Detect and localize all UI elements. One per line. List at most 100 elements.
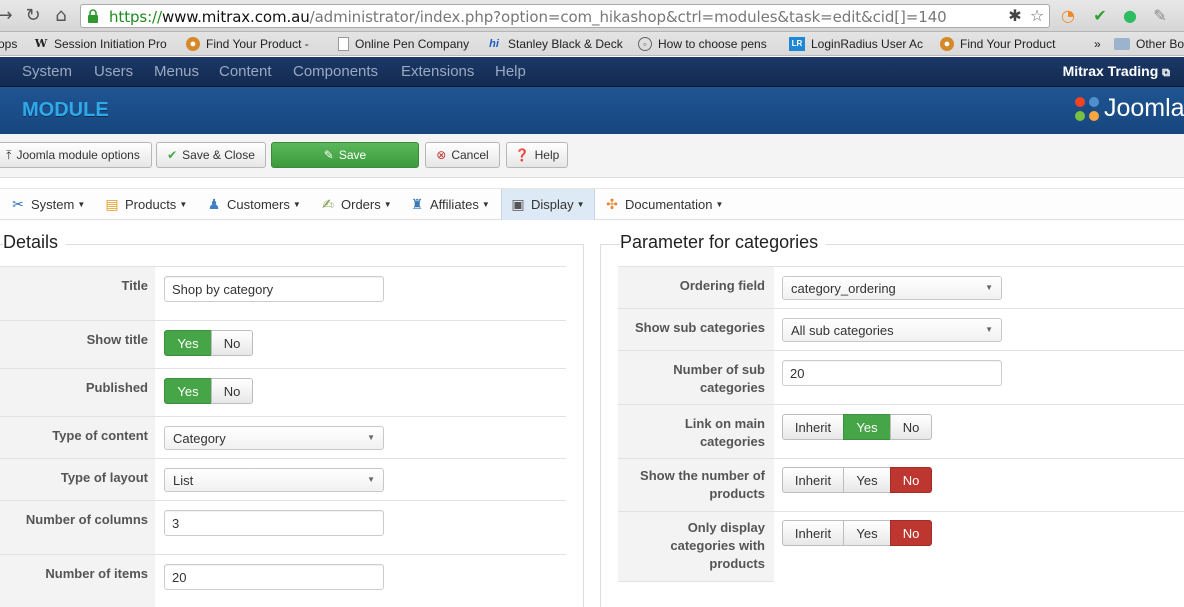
checkmark-extension-icon[interactable]: ✔	[1090, 6, 1110, 26]
evernote-icon[interactable]: ●	[1120, 6, 1140, 26]
link-main-no-button[interactable]: No	[890, 414, 932, 440]
items-label: Number of items	[45, 566, 148, 581]
bookmark-item[interactable]: W Session Initiation Pro	[34, 36, 167, 52]
hikamenu-system[interactable]: ✂ System ▼	[2, 189, 93, 220]
bookmarks-bar: ops W Session Initiation Pro ● Find Your P…	[0, 32, 1184, 56]
browser-toolbar: → ↻ ⌂ https://www.mitrax.com.au/administ…	[0, 0, 1184, 32]
only-display-label: Only display categories with products	[670, 520, 765, 571]
topmenu-system[interactable]: System	[22, 63, 72, 80]
bookmark-item[interactable]: ● Find Your Product -	[186, 36, 309, 52]
ordering-select[interactable]: category_ordering ▼	[782, 276, 1002, 300]
only-display-no-button[interactable]: No	[890, 520, 932, 546]
show-title-no-button[interactable]: No	[211, 330, 253, 356]
topmenu-content[interactable]: Content	[219, 63, 272, 80]
affiliates-icon: ♜	[410, 196, 424, 213]
link-main-yes-button[interactable]: Yes	[843, 414, 891, 440]
hikamenu-documentation[interactable]: ✣ Documentation ▼	[596, 189, 731, 220]
joomla-logo: Joomla	[1072, 92, 1184, 126]
show-title-yes-button[interactable]: Yes	[164, 330, 212, 356]
topmenu-extensions[interactable]: Extensions	[401, 63, 474, 80]
field-row-type-content: Type of content Category ▼	[0, 416, 566, 458]
title-label: Title	[121, 278, 149, 293]
bookmarks-overflow-button[interactable]: »	[1094, 36, 1101, 52]
address-bar[interactable]: https://www.mitrax.com.au/administrator/…	[80, 4, 1050, 28]
type-layout-label: Type of layout	[60, 470, 148, 485]
caret-down-icon: ▼	[383, 200, 392, 209]
page-title: MODULE	[22, 99, 109, 121]
hikamenu-affiliates[interactable]: ♜ Affiliates ▼	[401, 189, 498, 220]
back-arrow-icon[interactable]: →	[0, 5, 16, 27]
only-display-inherit-button[interactable]: Inherit	[782, 520, 844, 546]
extension-icon[interactable]: ✱	[1005, 6, 1025, 26]
save-close-button[interactable]: ✔ Save & Close	[156, 142, 266, 168]
bookmark-item[interactable]: hi Stanley Black & Deck	[486, 36, 623, 52]
page-icon	[338, 37, 349, 51]
type-content-select[interactable]: Category ▼	[164, 426, 384, 450]
ordering-label: Ordering field	[679, 278, 765, 293]
cancel-button[interactable]: ⊗ Cancel	[425, 142, 500, 168]
type-layout-select[interactable]: List ▼	[164, 468, 384, 492]
field-row-items: Number of items 20	[0, 554, 566, 607]
bookmark-item[interactable]: ops	[0, 36, 17, 52]
lion-icon: ●	[940, 37, 954, 51]
show-number-no-button[interactable]: No	[890, 467, 932, 493]
save-button[interactable]: ✎ Save	[271, 142, 419, 168]
edit-extension-icon[interactable]: ✎	[1150, 6, 1170, 26]
reload-icon[interactable]: ↻	[22, 5, 44, 27]
hikamenu-orders[interactable]: ✍ Orders ▼	[312, 189, 400, 220]
topmenu-components[interactable]: Components	[293, 63, 378, 80]
published-no-button[interactable]: No	[211, 378, 253, 404]
published-yes-button[interactable]: Yes	[164, 378, 212, 404]
caret-down-icon: ▼	[77, 200, 86, 209]
published-label: Published	[85, 380, 148, 395]
home-icon[interactable]: ⌂	[50, 5, 72, 27]
show-number-inherit-button[interactable]: Inherit	[782, 467, 844, 493]
num-sub-input[interactable]: 20	[782, 360, 1002, 386]
bookmark-item[interactable]: ● Find Your Product	[940, 36, 1055, 52]
published-toggle: Yes No	[164, 378, 253, 404]
module-options-button[interactable]: ⤒ Joomla module options	[0, 142, 152, 168]
bookmark-item[interactable]: LR LoginRadius User Ac	[789, 36, 923, 52]
subcat-select[interactable]: All sub categories ▼	[782, 318, 1002, 342]
chevron-down-icon: ▼	[367, 433, 375, 442]
columns-label: Number of columns	[25, 512, 148, 527]
action-toolbar: ⤒ Joomla module options ✔ Save & Close ✎ Sa…	[0, 134, 1184, 178]
bookmark-item[interactable]: Other Bo	[1114, 36, 1184, 52]
link-main-inherit-button[interactable]: Inherit	[782, 414, 844, 440]
site-link[interactable]: Mitrax Trading ⧉	[1063, 63, 1170, 80]
fieldset-border	[600, 244, 601, 607]
columns-input[interactable]: 3	[164, 510, 384, 536]
joomla-logo-icon	[1075, 97, 1099, 121]
param-row-link-main: Link on main categories Inherit Yes No	[618, 404, 1184, 458]
hi-logo-icon: hi	[489, 38, 499, 50]
hikashop-menu: ✂ System ▼ ▤ Products ▼ ♟ Customers ▼ ✍ Orders ▼…	[0, 188, 1184, 220]
caret-down-icon: ▼	[715, 200, 724, 209]
bookmark-star-icon[interactable]: ☆	[1027, 6, 1047, 26]
show-number-yes-button[interactable]: Yes	[843, 467, 891, 493]
topmenu-menus[interactable]: Menus	[154, 63, 199, 80]
rss-icon[interactable]: ◔	[1058, 6, 1078, 26]
orders-icon: ✍	[322, 196, 334, 213]
hikamenu-products[interactable]: ▤ Products ▼	[96, 189, 195, 220]
edit-icon: ✎	[323, 148, 334, 162]
cancel-circle-icon: ⊗	[436, 148, 447, 162]
tools-icon: ✂	[12, 196, 24, 213]
bookmark-item[interactable]: ◦ How to choose pens	[638, 36, 767, 52]
lock-icon	[88, 9, 98, 23]
title-input[interactable]: Shop by category	[164, 276, 384, 302]
help-button[interactable]: ❓ Help	[506, 142, 568, 168]
show-title-label: Show title	[86, 332, 148, 347]
bookmark-item[interactable]: Online Pen Company	[338, 36, 469, 52]
items-input[interactable]: 20	[164, 564, 384, 590]
field-row-type-layout: Type of layout List ▼	[0, 458, 566, 500]
only-display-yes-button[interactable]: Yes	[843, 520, 891, 546]
topmenu-help[interactable]: Help	[495, 63, 526, 80]
products-icon: ▤	[105, 196, 119, 213]
caret-down-icon: ▼	[481, 200, 490, 209]
hikamenu-display[interactable]: ▣ Display ▼	[501, 189, 595, 220]
topmenu-users[interactable]: Users	[94, 63, 133, 80]
param-row-ordering: Ordering field category_ordering ▼	[618, 266, 1184, 308]
details-legend: Details	[3, 232, 67, 253]
hikamenu-customers[interactable]: ♟ Customers ▼	[198, 189, 309, 220]
help-circle-icon: ❓	[514, 148, 530, 162]
